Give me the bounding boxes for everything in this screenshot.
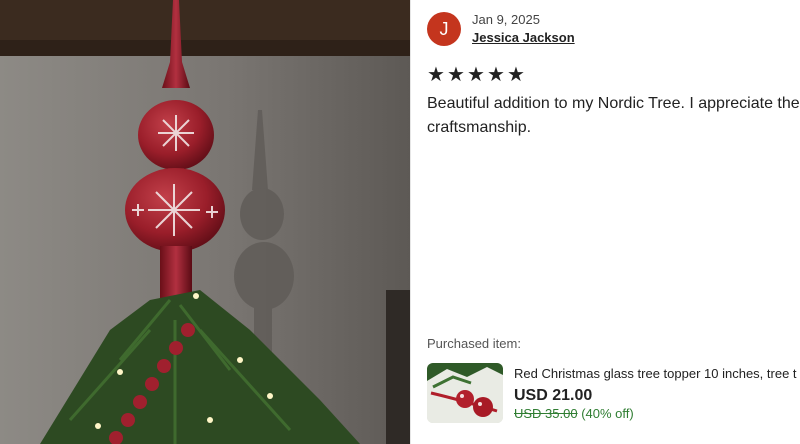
star-icon: ★ [447, 64, 465, 86]
star-icon: ★ [427, 64, 445, 86]
review-text: Beautiful addition to my Nordic Tree. I … [427, 95, 800, 136]
ornament-thumbnail-image [427, 363, 503, 423]
star-icon: ★ [487, 64, 505, 86]
star-icon: ★ [507, 64, 525, 86]
discount-percent: (40% off) [581, 406, 634, 421]
star-rating: ★ ★ ★ ★ ★ [427, 64, 525, 86]
purchased-item-thumbnail[interactable] [427, 363, 503, 423]
item-original-price: USD 35.00 (40% off) [514, 406, 634, 421]
avatar[interactable]: J [427, 12, 461, 46]
purchased-item-title-link[interactable]: Red Christmas glass tree topper 10 inche… [514, 366, 800, 381]
review-photo[interactable] [0, 0, 410, 444]
review-panel: J Jan 9, 2025 Jessica Jackson ★ ★ ★ ★ ★ … [411, 0, 800, 444]
review-date: Jan 9, 2025 [472, 12, 540, 27]
original-price: USD 35.00 [514, 406, 578, 421]
purchased-item-label: Purchased item: [427, 336, 521, 351]
star-icon: ★ [467, 64, 485, 86]
tree-topper-illustration [0, 0, 410, 444]
reviewer-name-link[interactable]: Jessica Jackson [472, 30, 575, 45]
item-price: USD 21.00 [514, 387, 593, 404]
